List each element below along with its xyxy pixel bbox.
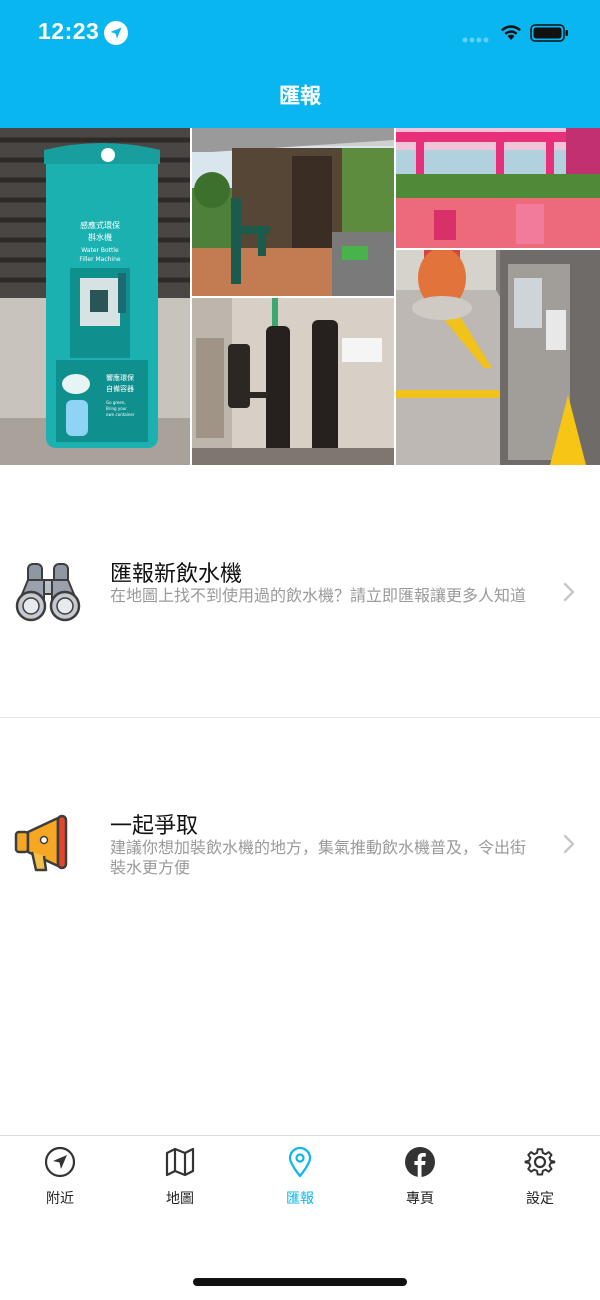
- cellular-signal-icon: [462, 37, 489, 43]
- tab-page[interactable]: 專頁: [360, 1146, 480, 1216]
- svg-text:own container: own container: [106, 412, 135, 417]
- chevron-right-icon: [563, 834, 575, 854]
- megaphone-icon: [14, 814, 68, 872]
- page-title: 匯報: [279, 84, 321, 108]
- tab-label: 匯報: [286, 1191, 314, 1207]
- svg-text:自備容器: 自備容器: [106, 384, 134, 393]
- status-time: 12:23: [38, 18, 100, 44]
- report-new-fountain-row[interactable]: 匯報新飲水機 在地圖上找不到使用過的飲水機？請立即匯報讓更多人知道: [0, 500, 600, 680]
- svg-text:Bring your: Bring your: [106, 406, 127, 411]
- report-new-fountain-title: 匯報新飲水機: [110, 562, 243, 587]
- water-filler-machine-photo: 感應式環保 斟水機 Water Bottle Filler Machine 響應…: [0, 128, 190, 465]
- tab-report[interactable]: 匯報: [240, 1146, 360, 1216]
- facebook-icon: [405, 1147, 435, 1177]
- photo-collage: 感應式環保 斟水機 Water Bottle Filler Machine 響應…: [0, 128, 600, 465]
- tab-label: 設定: [526, 1191, 554, 1207]
- bottle-filler-stations-photo: [192, 298, 394, 465]
- wifi-icon: [501, 25, 521, 40]
- tab-label: 專頁: [406, 1191, 434, 1207]
- binoculars-icon: [15, 563, 81, 622]
- tab-label: 地圖: [166, 1191, 194, 1207]
- svg-text:響應環保: 響應環保: [106, 373, 134, 382]
- tab-map[interactable]: 地圖: [120, 1146, 240, 1216]
- location-pin-icon: [288, 1146, 312, 1178]
- chevron-right-icon: [563, 582, 575, 602]
- map-icon: [165, 1147, 195, 1177]
- svg-text:Filler Machine: Filler Machine: [79, 256, 121, 263]
- navigation-icon: [44, 1146, 76, 1178]
- row-divider: [0, 717, 600, 718]
- svg-text:感應式環保: 感應式環保: [80, 220, 120, 230]
- tab-label: 附近: [46, 1191, 74, 1207]
- battery-icon: [530, 24, 568, 42]
- outdoor-fountain-photo: [192, 128, 394, 296]
- report-new-fountain-description: 在地圖上找不到使用過的飲水機？請立即匯報讓更多人知道: [110, 586, 527, 605]
- petition-description: 建議你想加裝飲水機的地方，集氣推動飲水機普及，令出街裝水更方便: [110, 838, 527, 877]
- location-services-icon: [104, 21, 128, 45]
- svg-text:Water Bottle: Water Bottle: [81, 247, 119, 254]
- station-fountain-photo: [396, 250, 600, 465]
- tab-bar: 附近 地圖 匯報 專頁 設定: [0, 1135, 600, 1300]
- tab-nearby[interactable]: 附近: [0, 1146, 120, 1216]
- tab-settings[interactable]: 設定: [480, 1146, 600, 1216]
- pink-pavilion-photo: [396, 128, 600, 248]
- petition-title: 一起爭取: [110, 814, 199, 839]
- svg-text:Go green,: Go green,: [106, 400, 126, 405]
- petition-row[interactable]: 一起爭取 建議你想加裝飲水機的地方，集氣推動飲水機普及，令出街裝水更方便: [0, 752, 600, 932]
- svg-text:斟水機: 斟水機: [88, 232, 112, 242]
- app-header: 12:23 匯報: [0, 0, 600, 128]
- home-indicator[interactable]: [193, 1278, 407, 1286]
- gear-icon: [524, 1148, 556, 1176]
